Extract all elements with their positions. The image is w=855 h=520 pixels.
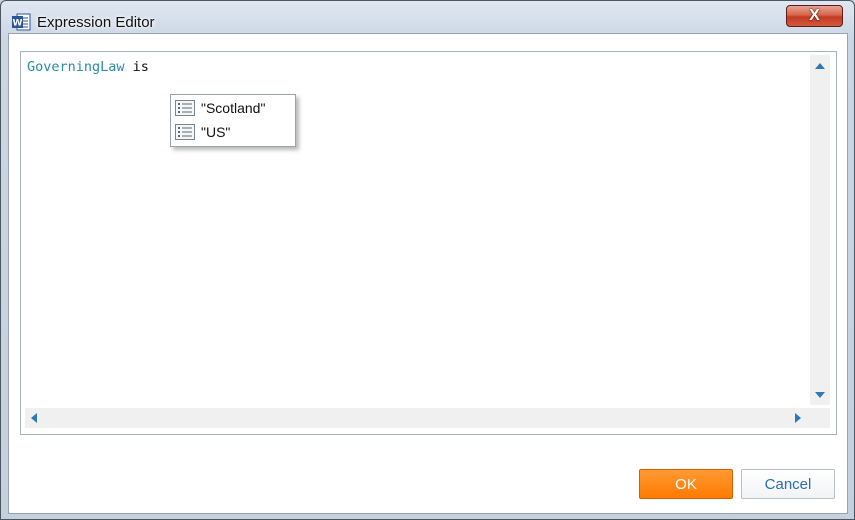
dialog-body: GoverningLaw is "Scotland" "US" OK Cance… [8,33,848,514]
close-button[interactable]: X [786,5,843,27]
scroll-left-icon[interactable] [31,413,37,423]
expression-editor-area[interactable]: GoverningLaw is "Scotland" "US" [20,51,837,435]
cancel-button[interactable]: Cancel [741,469,835,499]
autocomplete-popup: "Scotland" "US" [170,94,296,147]
svg-text:W: W [13,19,23,29]
word-icon: W [11,12,31,32]
window-title: Expression Editor [37,14,155,31]
autocomplete-item-label: "Scotland" [201,100,266,116]
list-value-icon [175,100,195,116]
operator-token: is [124,59,149,75]
vertical-scrollbar[interactable] [810,55,830,405]
scrollbar-corner [810,408,830,428]
autocomplete-item-us[interactable]: "US" [171,120,295,144]
scroll-up-icon[interactable] [815,63,825,69]
scroll-right-icon[interactable] [795,413,801,423]
autocomplete-item-scotland[interactable]: "Scotland" [171,96,295,120]
expression-line[interactable]: GoverningLaw is [27,59,149,75]
close-icon: X [809,7,820,24]
ok-button[interactable]: OK [639,469,733,499]
autocomplete-item-label: "US" [201,124,231,140]
scroll-down-icon[interactable] [815,392,825,398]
list-value-icon [175,124,195,140]
horizontal-scrollbar[interactable] [25,408,810,428]
expression-editor-window: W Expression Editor X GoverningLaw is "S… [0,0,855,520]
field-token: GoverningLaw [27,59,125,75]
